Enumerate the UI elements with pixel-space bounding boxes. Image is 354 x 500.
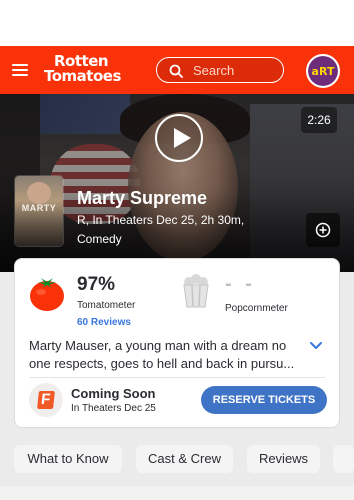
search-placeholder: Search	[193, 63, 235, 78]
site-header: Rotten Tomatoes Search aRT	[0, 46, 354, 94]
score-card: 97% Tomatometer 60 Reviews - - Popcornme…	[14, 258, 340, 428]
popcornmeter-score: - -	[225, 273, 256, 295]
trailer-duration: 2:26	[301, 107, 337, 133]
poster-title: MARTY	[21, 203, 57, 213]
search-input[interactable]: Search	[156, 57, 284, 83]
tab-more[interactable]	[333, 445, 354, 473]
fandango-icon: F	[29, 383, 63, 417]
chevron-down-icon[interactable]	[309, 341, 323, 351]
popcornmeter-label: Popcornmeter	[225, 303, 288, 314]
tomato-icon	[30, 278, 64, 311]
movie-meta: R, In Theaters Dec 25, 2h 30m,	[77, 213, 245, 227]
movie-genre: Comedy	[77, 232, 122, 246]
avatar[interactable]: aRT	[306, 54, 340, 88]
search-icon	[169, 64, 183, 78]
coming-soon-label: Coming Soon	[71, 386, 156, 401]
plus-circle-icon	[315, 222, 331, 238]
play-button[interactable]	[155, 114, 203, 162]
menu-icon[interactable]	[12, 64, 28, 76]
tab-reviews[interactable]: Reviews	[247, 445, 320, 473]
avatar-label: aRT	[308, 56, 338, 86]
reserve-tickets-button[interactable]: RESERVE TICKETS	[201, 386, 327, 414]
top-bar	[0, 0, 354, 46]
logo-line-2: Tomatoes	[44, 67, 121, 85]
tomatometer-label: Tomatometer	[77, 300, 136, 311]
rotten-tomatoes-logo[interactable]: Rotten Tomatoes	[44, 54, 121, 84]
play-icon	[174, 128, 191, 148]
page-bottom	[0, 486, 354, 500]
movie-title: Marty Supreme	[77, 188, 208, 208]
synopsis-text: Marty Mauser, a young man with a dream n…	[29, 338, 295, 371]
reviews-link[interactable]: 60 Reviews	[77, 317, 131, 328]
section-tabs: What to Know Cast & Crew Reviews	[0, 445, 354, 473]
tab-cast-crew[interactable]: Cast & Crew	[136, 445, 233, 473]
popcorn-icon	[183, 274, 209, 308]
movie-poster[interactable]: MARTY	[15, 176, 63, 246]
release-date: In Theaters Dec 25	[71, 403, 156, 414]
add-to-watchlist-button[interactable]	[306, 213, 340, 247]
divider	[29, 377, 325, 378]
tab-what-to-know[interactable]: What to Know	[14, 445, 122, 473]
tomatometer-score: 97%	[77, 274, 116, 295]
